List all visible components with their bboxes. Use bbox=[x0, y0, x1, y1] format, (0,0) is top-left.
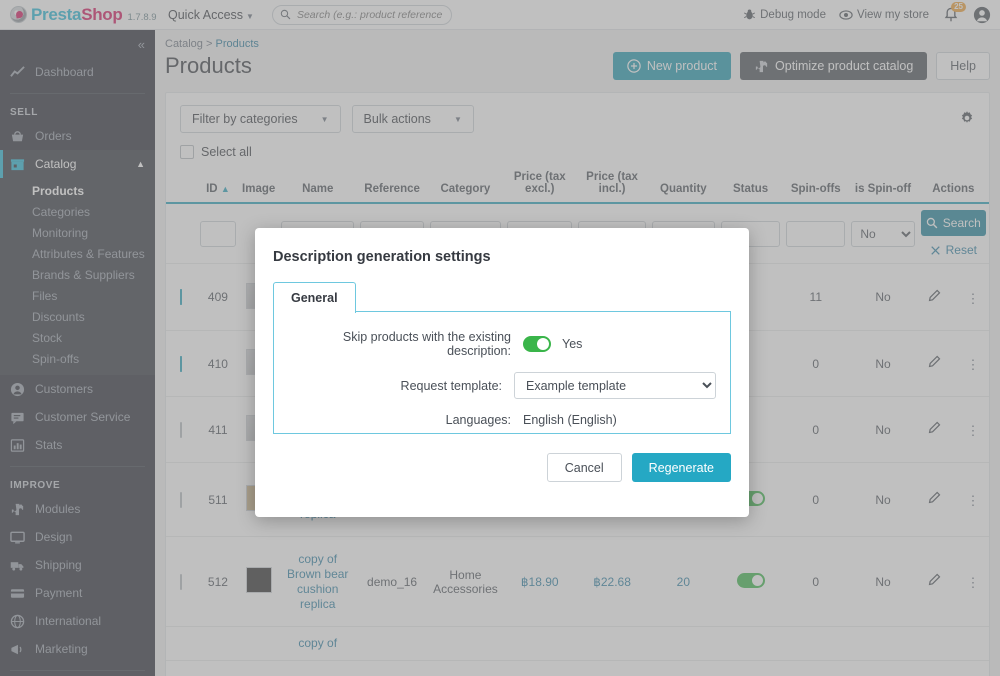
description-generation-modal: Description generation settings General … bbox=[255, 228, 749, 517]
languages-label: Languages: bbox=[445, 413, 511, 427]
languages-row: Languages: English (English) bbox=[288, 413, 716, 427]
tab-general[interactable]: General bbox=[273, 282, 356, 313]
modal-footer: Cancel Regenerate bbox=[255, 434, 749, 482]
skip-products-row: Skip products with the existing descript… bbox=[288, 330, 716, 358]
languages-value: English (English) bbox=[523, 413, 617, 427]
request-template-label: Request template: bbox=[400, 378, 502, 393]
skip-products-toggle[interactable] bbox=[523, 336, 551, 352]
request-template-select[interactable]: Example template bbox=[514, 372, 716, 399]
cancel-button[interactable]: Cancel bbox=[546, 453, 622, 482]
skip-products-value: Yes bbox=[562, 337, 583, 351]
skip-products-label: Skip products with the existing descript… bbox=[342, 330, 511, 358]
modal-title: Description generation settings bbox=[273, 249, 491, 265]
modal-tab-panel: Skip products with the existing descript… bbox=[273, 312, 731, 434]
request-template-row: Request template: Example template bbox=[288, 372, 716, 399]
tab-filler bbox=[355, 281, 731, 312]
regenerate-button[interactable]: Regenerate bbox=[631, 453, 731, 482]
modal-tabs: General bbox=[255, 281, 749, 313]
